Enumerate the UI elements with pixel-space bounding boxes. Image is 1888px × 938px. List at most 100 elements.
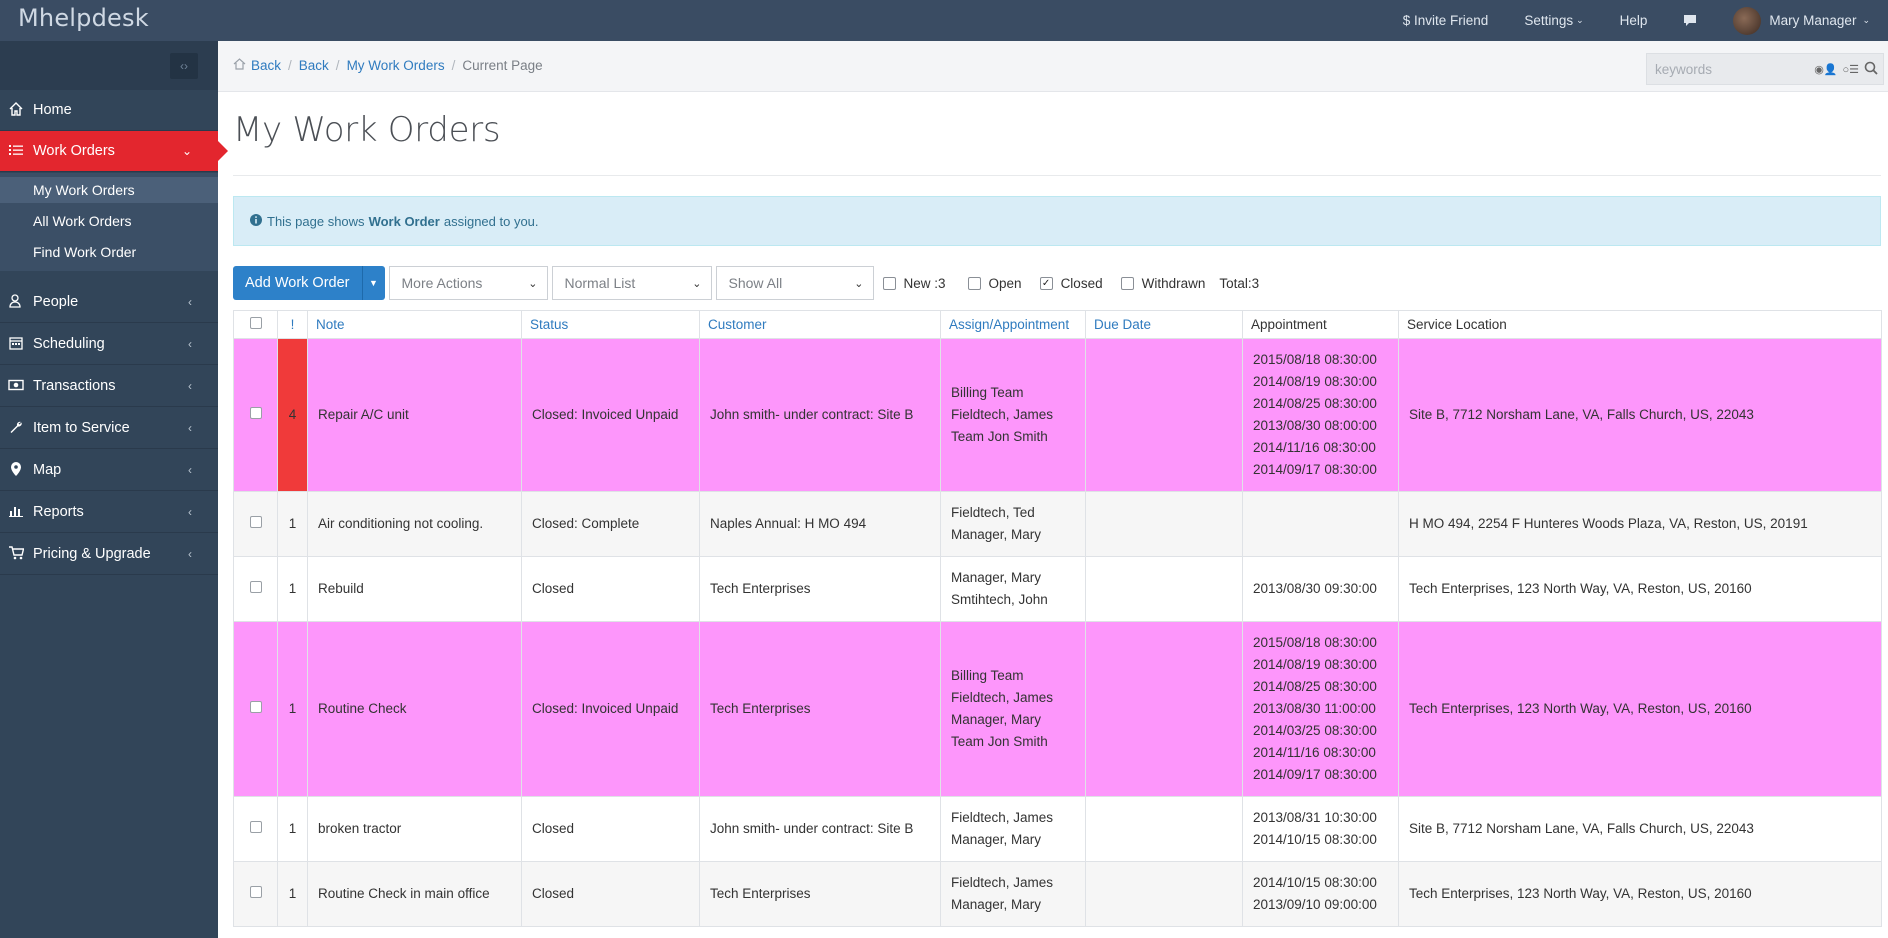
appointment-time: 2013/09/10 09:00:00	[1253, 897, 1377, 912]
sidebar-item-scheduling[interactable]: Scheduling ‹	[0, 324, 218, 365]
note-cell[interactable]: broken tractor	[307, 796, 522, 862]
sidebar-item-item-to-service[interactable]: Item to Service ‹	[0, 408, 218, 449]
submenu-my-work-orders[interactable]: My Work Orders	[0, 177, 218, 203]
due-date-cell	[1085, 338, 1243, 492]
checkbox-checked[interactable]: ✓	[1039, 276, 1053, 290]
caret-down-icon[interactable]: ▼	[363, 278, 385, 288]
row-checkbox[interactable]	[249, 407, 262, 419]
column-header-priority[interactable]: !	[277, 310, 308, 339]
due-date-cell	[1085, 861, 1243, 927]
chevron-down-icon: ⌄	[692, 277, 702, 290]
breadcrumb-separator: /	[288, 58, 292, 73]
sidebar-item-home[interactable]: Home	[0, 90, 218, 131]
radio-people-icon[interactable]: ◉👤	[1814, 63, 1837, 76]
settings-menu[interactable]: Settings ⌄	[1524, 13, 1583, 28]
customer-text: John smith- under contract: Site B	[710, 407, 914, 422]
search-icon[interactable]	[1864, 61, 1878, 78]
invite-friend-link[interactable]: $ Invite Friend	[1403, 13, 1489, 28]
sidebar-collapse-button[interactable]: ‹›	[170, 53, 198, 79]
sidebar-item-reports[interactable]: Reports ‹	[0, 492, 218, 533]
note-cell[interactable]: Routine Check	[307, 621, 522, 797]
service-location-cell: Tech Enterprises, 123 North Way, VA, Res…	[1398, 556, 1882, 622]
work-orders-submenu: My Work Orders All Work Orders Find Work…	[0, 173, 218, 271]
column-header-customer[interactable]: Customer	[699, 310, 941, 339]
chevron-left-icon: ‹	[188, 547, 192, 561]
select-all-header[interactable]	[233, 310, 278, 339]
row-select-cell[interactable]	[233, 338, 278, 492]
table-row[interactable]: 1 Routine Check Closed: Invoiced Unpaid Tec…	[233, 621, 1882, 797]
row-select-cell[interactable]	[233, 621, 278, 797]
help-link[interactable]: Help	[1620, 13, 1648, 28]
list-mode-select[interactable]: Normal List ⌄	[551, 266, 712, 300]
row-checkbox[interactable]	[249, 886, 262, 898]
select-all-checkbox[interactable]	[249, 317, 262, 329]
column-header-status[interactable]: Status	[521, 310, 700, 339]
note-cell[interactable]: Repair A/C unit	[307, 338, 522, 492]
note-cell[interactable]: Air conditioning not cooling.	[307, 491, 522, 557]
service-location-cell: Site B, 7712 Norsham Lane, VA, Falls Chu…	[1398, 338, 1882, 492]
wrench-icon	[6, 420, 26, 437]
assignee: Manager, Mary	[951, 832, 1042, 847]
table-row[interactable]: 1 Routine Check in main office Closed Tech …	[233, 861, 1882, 927]
brand-logo[interactable]: Mhelpdesk	[18, 4, 149, 32]
row-checkbox[interactable]	[249, 701, 262, 713]
checkbox[interactable]	[882, 276, 896, 290]
breadcrumb-back-link[interactable]: Back	[299, 58, 329, 73]
calendar-icon	[6, 336, 26, 353]
chat-icon[interactable]	[1683, 14, 1697, 27]
status-text: Closed	[532, 821, 575, 836]
row-select-cell[interactable]	[233, 491, 278, 557]
assignee: Billing Team	[951, 668, 1024, 683]
column-header-assign[interactable]: Assign/Appointment	[940, 310, 1086, 339]
assign-cell: Billing Team Fieldtech, James Manager, Mar…	[940, 621, 1086, 797]
status-text: Closed	[532, 886, 575, 901]
breadcrumb-back-link[interactable]: Back	[251, 58, 281, 73]
more-actions-select[interactable]: More Actions ⌄	[388, 266, 548, 300]
row-checkbox[interactable]	[249, 581, 262, 593]
show-filter-select[interactable]: Show All ⌄	[715, 266, 874, 300]
submenu-all-work-orders[interactable]: All Work Orders	[0, 208, 218, 234]
row-select-cell[interactable]	[233, 556, 278, 622]
sidebar-item-people[interactable]: People ‹	[0, 282, 218, 323]
radio-list-icon[interactable]: ○☰	[1842, 63, 1859, 76]
sidebar-item-pricing-upgrade[interactable]: Pricing & Upgrade ‹	[0, 534, 218, 575]
submenu-find-work-order[interactable]: Find Work Order	[0, 239, 218, 265]
note-text: Rebuild	[318, 581, 364, 596]
appointment-time: 2015/08/18 08:30:00	[1253, 635, 1377, 650]
chevron-down-icon: ⌄	[854, 277, 864, 290]
customer-cell: Naples Annual: H MO 494	[699, 491, 941, 557]
due-date-cell	[1085, 796, 1243, 862]
user-menu[interactable]: Mary Manager ⌄	[1733, 6, 1870, 35]
checkbox[interactable]	[1120, 276, 1134, 290]
row-checkbox[interactable]	[249, 516, 262, 528]
checkbox[interactable]	[967, 276, 981, 290]
appointment-cell: 2015/08/18 08:30:00 2014/08/19 08:30:00 20…	[1242, 338, 1399, 492]
row-select-cell[interactable]	[233, 796, 278, 862]
note-cell[interactable]: Rebuild	[307, 556, 522, 622]
sidebar-item-map[interactable]: Map ‹	[0, 450, 218, 491]
sidebar-item-work-orders[interactable]: Work Orders ⌄	[0, 131, 228, 172]
filter-withdrawn-checkbox[interactable]: Withdrawn	[1120, 276, 1205, 291]
column-header-due-date[interactable]: Due Date	[1085, 310, 1243, 339]
search-input[interactable]: keywords	[1655, 62, 1814, 77]
search-box[interactable]: keywords ◉👤 ○☰	[1646, 53, 1884, 85]
filter-closed-checkbox[interactable]: ✓ Closed	[1039, 276, 1103, 291]
chevron-left-icon: ‹	[188, 379, 192, 393]
status-cell: Closed	[521, 861, 700, 927]
table-row[interactable]: 1 broken tractor Closed John smith- under c…	[233, 796, 1882, 862]
bar-chart-icon	[6, 504, 26, 520]
column-header-note[interactable]: Note	[307, 310, 522, 339]
priority-cell: 1	[277, 491, 308, 557]
breadcrumb-my-work-orders-link[interactable]: My Work Orders	[347, 58, 445, 73]
add-work-order-button[interactable]: Add Work Order ▼	[233, 266, 385, 300]
row-checkbox[interactable]	[249, 821, 262, 833]
appointment-time: 2014/11/16 08:30:00	[1253, 440, 1376, 455]
filter-open-checkbox[interactable]: Open	[967, 276, 1022, 291]
row-select-cell[interactable]	[233, 861, 278, 927]
filter-new-checkbox[interactable]: New :3	[882, 276, 946, 291]
sidebar-item-transactions[interactable]: Transactions ‹	[0, 366, 218, 407]
note-cell[interactable]: Routine Check in main office	[307, 861, 522, 927]
table-row[interactable]: 1 Air conditioning not cooling. Closed: Co…	[233, 491, 1882, 557]
table-row[interactable]: 1 Rebuild Closed Tech Enterprises Manager, M…	[233, 556, 1882, 622]
table-row[interactable]: 4 Repair A/C unit Closed: Invoiced Unpaid J…	[233, 338, 1882, 492]
